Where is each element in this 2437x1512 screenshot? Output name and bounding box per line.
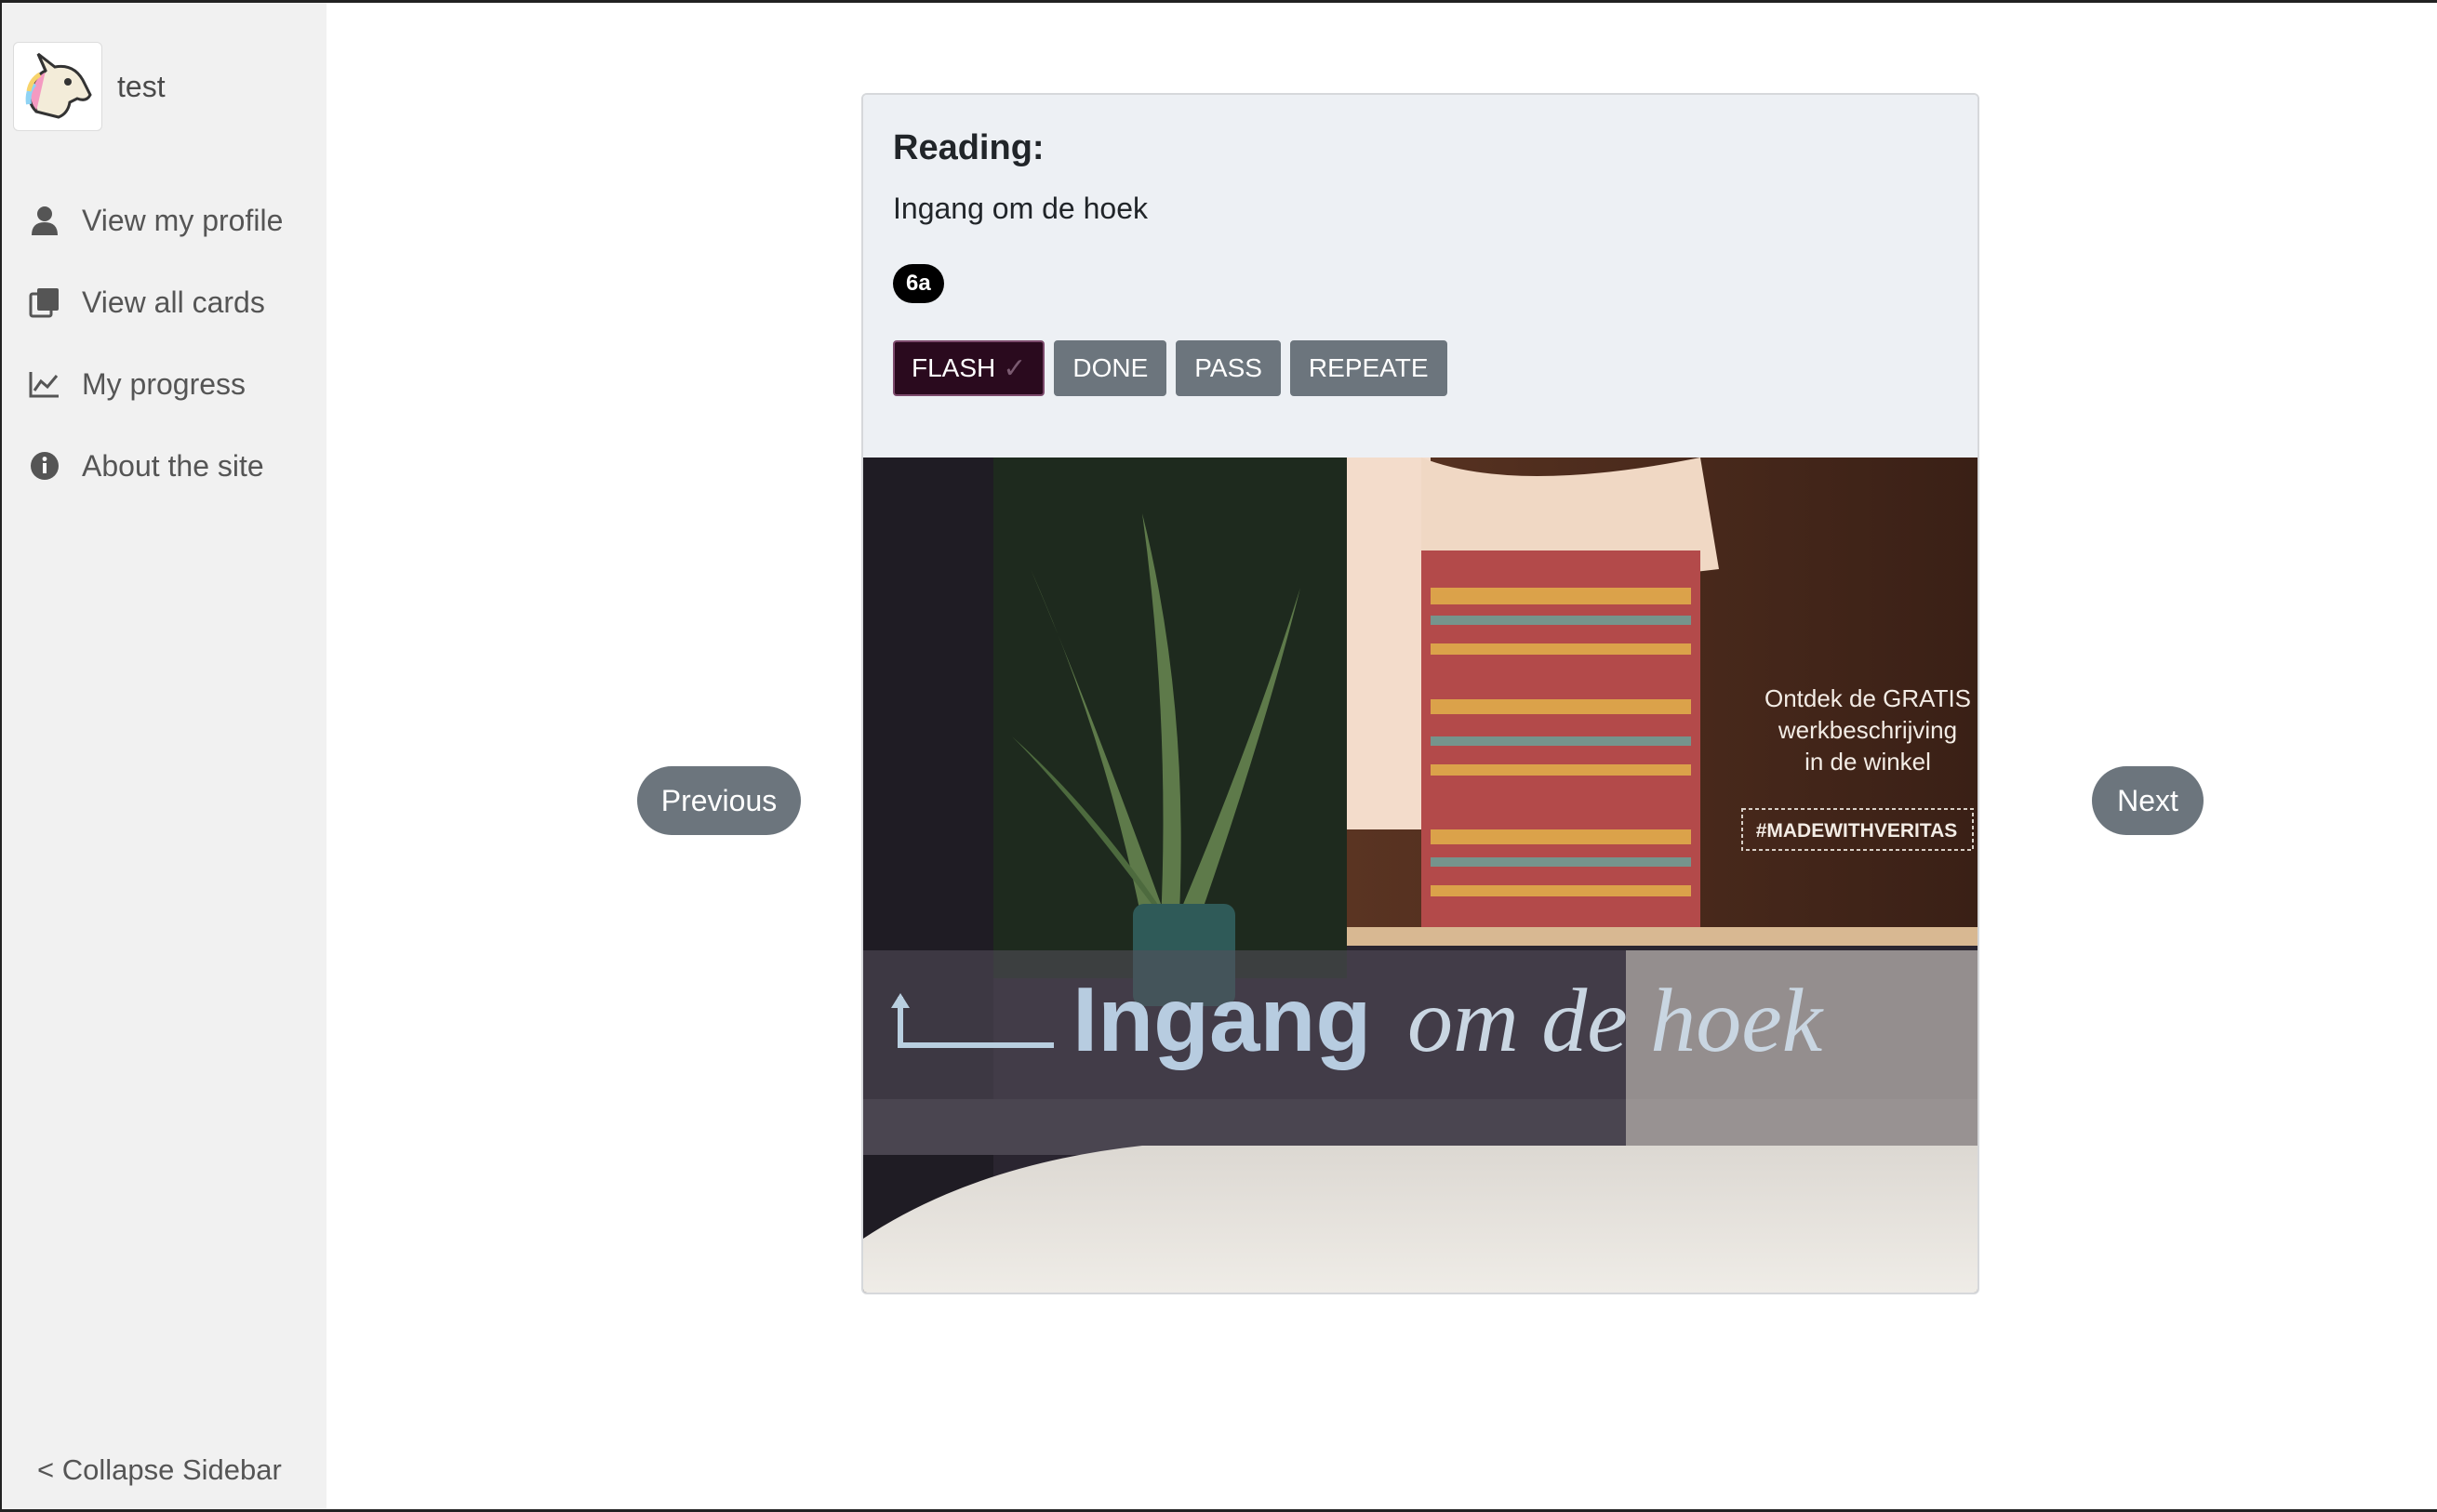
sidebar-item-label: My progress (82, 366, 246, 401)
collapse-sidebar-link[interactable]: < Collapse Sidebar (37, 1453, 282, 1487)
check-icon: ✓ (1003, 352, 1027, 384)
previous-button[interactable]: Previous (637, 766, 801, 835)
sidebar-nav: View my profile View all cards My progre… (28, 179, 283, 507)
done-button[interactable]: DONE (1054, 340, 1167, 396)
window-top-border (0, 0, 2437, 3)
flash-button-label: FLASH (912, 353, 996, 382)
svg-text:in de winkel: in de winkel (1804, 748, 1931, 776)
username: test (117, 69, 166, 103)
sidebar-item-label: View all cards (82, 285, 265, 319)
next-button[interactable]: Next (2092, 766, 2204, 835)
reading-text: Ingang om de hoek (893, 192, 1148, 225)
avatar[interactable] (13, 42, 102, 131)
info-icon (28, 449, 61, 483)
level-badge: 6a (893, 264, 944, 303)
pass-button[interactable]: PASS (1176, 340, 1281, 396)
sidebar-item-label: View my profile (82, 203, 284, 237)
card-photo: Ontdek de GRATIS werkbeschrijving in de … (863, 458, 1978, 1293)
user-icon (28, 204, 61, 237)
flashcard: Reading: Ingang om de hoek 6a FLASH ✓ DO… (861, 93, 1979, 1294)
shop-window-photo: Ontdek de GRATIS werkbeschrijving in de … (863, 458, 1978, 1293)
sign-words-om-de-hoek: om de hoek (1407, 971, 1824, 1071)
sidebar-item-label: About the site (82, 448, 264, 483)
cards-icon (28, 285, 61, 319)
unicorn-icon (25, 52, 92, 119)
sign-word-ingang: Ingang (1072, 968, 1371, 1070)
sidebar-item-profile[interactable]: View my profile (28, 179, 283, 261)
repeate-button[interactable]: REPEATE (1289, 340, 1447, 396)
sidebar-item-progress[interactable]: My progress (28, 343, 283, 425)
sidebar-profile[interactable]: test (13, 42, 166, 131)
sidebar: test View my profile View all cards My p… (2, 3, 326, 1509)
chart-line-icon (28, 367, 61, 401)
card-header: Reading: Ingang om de hoek 6a FLASH ✓ DO… (863, 95, 1978, 458)
sidebar-item-about[interactable]: About the site (28, 425, 283, 507)
hashtag-text: #MADEWITHVERITAS (1756, 820, 1958, 842)
sidebar-item-cards[interactable]: View all cards (28, 261, 283, 343)
status-button-group: FLASH ✓ DONE PASS REPEATE (893, 340, 1447, 396)
flash-button[interactable]: FLASH ✓ (893, 340, 1045, 396)
svg-text:werkbeschrijving: werkbeschrijving (1778, 716, 1957, 744)
svg-text:Ontdek de GRATIS: Ontdek de GRATIS (1764, 684, 1971, 712)
card-title: Reading: (893, 128, 1045, 167)
